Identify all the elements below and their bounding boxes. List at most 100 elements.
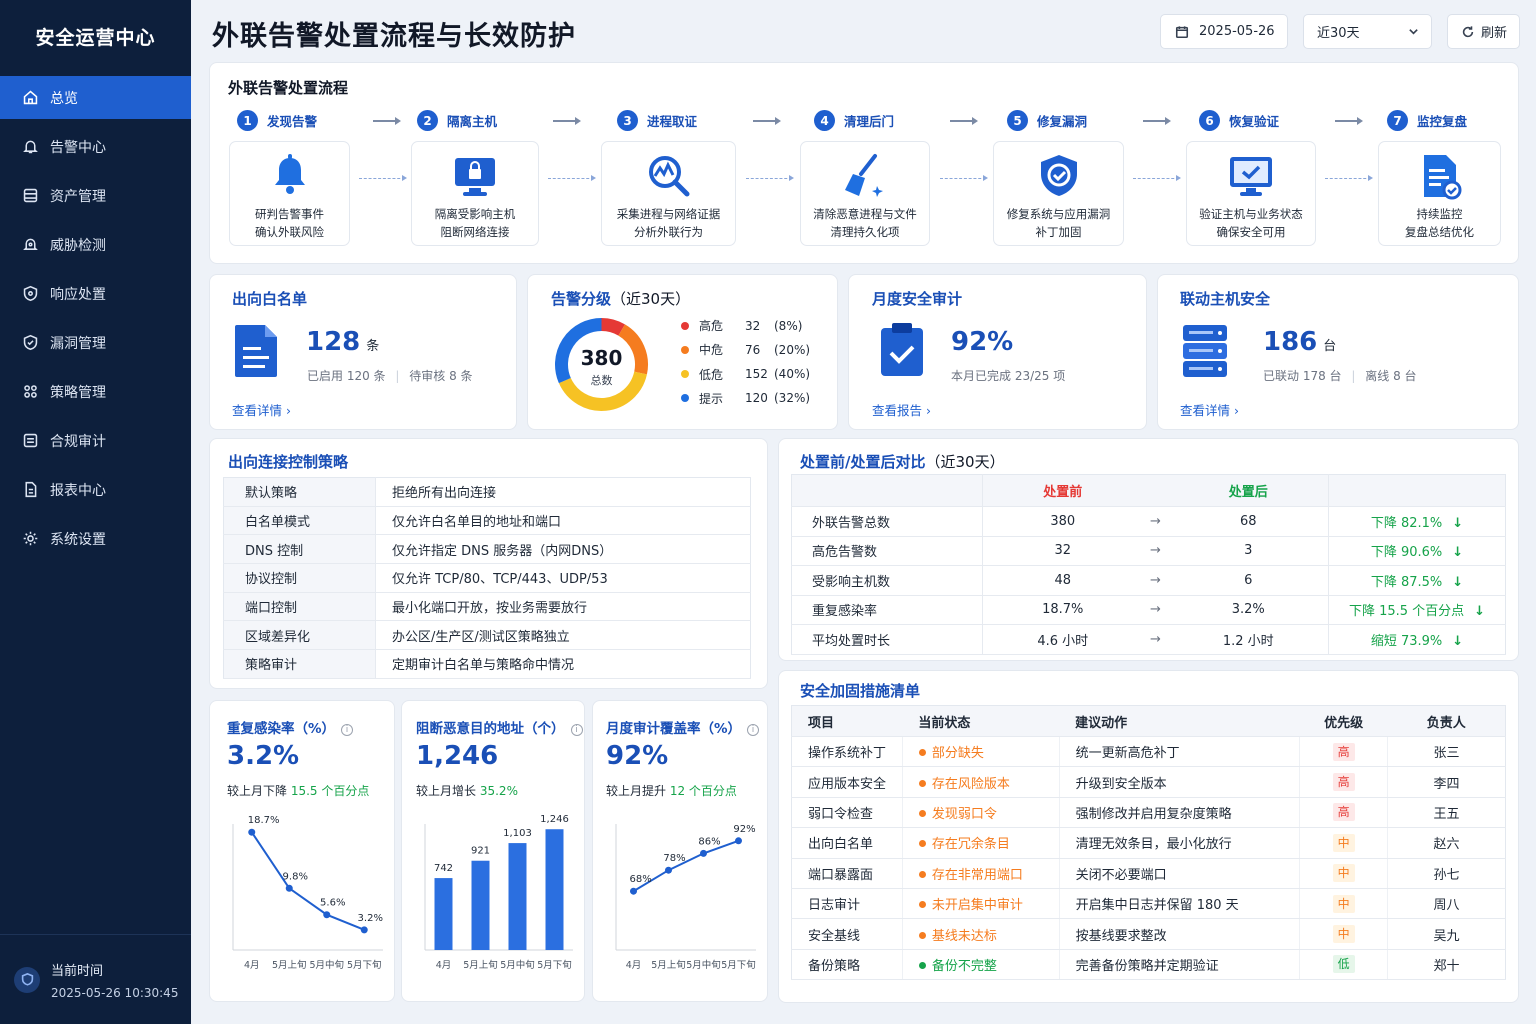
sidebar-item-policy[interactable]: 策略管理: [0, 370, 191, 413]
priority-badge: 高: [1332, 742, 1355, 761]
step-desc-2: 阻断网络连接: [440, 225, 510, 239]
compare-header: 处置前 处置后: [791, 474, 1506, 507]
hosts-sub: 已联动 178 台 | 离线 8 台: [1263, 369, 1417, 383]
arrow-right-icon: →: [1142, 595, 1169, 625]
coverage-chart: 68% 78% 86% 92% 4月 5月上旬 5月中旬 5月下旬: [615, 824, 756, 971]
harden-row: 应用版本安全 存在风险版本 升级到安全版本高李四: [791, 766, 1506, 798]
refresh-button[interactable]: 刷新: [1447, 14, 1520, 49]
tick-label: 4月: [626, 960, 642, 971]
step-name: 修复漏洞: [1037, 114, 1088, 129]
status-dot: [918, 901, 926, 909]
audit-sub: 本月已完成 23/25 项: [951, 369, 1066, 383]
data-point: [700, 849, 707, 857]
sidebar-item-assets[interactable]: 资产管理: [0, 174, 191, 217]
step-1-box[interactable]: 研判告警事件 确认外联风险: [229, 141, 350, 246]
data-label: 1,246: [540, 814, 569, 825]
policy-row: 端口控制 最小化端口开放，按业务需要放行: [223, 592, 751, 622]
home-icon: [23, 90, 38, 105]
connector-arrow: [746, 175, 794, 181]
legend-dot: [681, 394, 689, 403]
status-dot: [918, 870, 926, 878]
arrow-right-icon: [1335, 117, 1363, 125]
data-label: 18.7%: [248, 815, 280, 826]
step-3-box[interactable]: 采集进程与网络证据 分析外联行为: [601, 141, 736, 246]
harden-row: 操作系统补丁 部分缺失 统一更新高危补丁高张三: [791, 736, 1506, 768]
whitelist-value: 128 条: [306, 327, 380, 357]
range-select[interactable]: 近30天: [1303, 14, 1432, 49]
data-label: 1,103: [503, 828, 532, 839]
bar: [545, 829, 564, 950]
data-label: 742: [434, 863, 453, 874]
step-desc-1: 持续监控: [1416, 207, 1463, 221]
refresh-icon: [1462, 25, 1474, 37]
step-5-box[interactable]: 修复系统与应用漏洞 补丁加固: [993, 141, 1124, 246]
server-stack-icon: [1183, 325, 1227, 377]
sidebar-item-settings[interactable]: 系统设置: [0, 517, 191, 560]
audit-report-link[interactable]: 查看报告 ›: [872, 400, 931, 419]
connector-arrow: [358, 175, 407, 181]
status-dot: [918, 779, 926, 787]
arrow-right-icon: →: [1142, 565, 1169, 596]
data-label: 86%: [698, 836, 720, 847]
data-point: [665, 866, 672, 874]
gear-icon: [23, 531, 38, 546]
step-number: 2: [417, 110, 438, 131]
harden-row: 安全基线 基线未达标 按基线要求整改中吴九: [791, 918, 1506, 950]
step-2-box[interactable]: 隔离受影响主机 阻断网络连接: [411, 141, 539, 246]
alert-total-label: 总数: [590, 374, 613, 387]
priority-badge: 中: [1332, 864, 1355, 883]
priority-badge: 中: [1332, 833, 1355, 852]
audit-value: 92%: [951, 327, 1014, 357]
step-7-box[interactable]: 持续监控 复盘总结优化: [1378, 141, 1501, 246]
data-label: 68%: [630, 874, 652, 885]
tick-label: 5月下旬: [537, 959, 572, 971]
sidebar-item-alerts[interactable]: 告警中心: [0, 125, 191, 168]
step-name: 恢复验证: [1229, 114, 1280, 129]
step-desc-2: 确保安全可用: [1216, 225, 1286, 239]
legend-dot: [681, 321, 689, 330]
blocked-sub: 较上月增长 35.2%: [416, 784, 518, 798]
arrow-right-icon: →: [1142, 506, 1169, 537]
step-desc-1: 验证主机与业务状态: [1199, 207, 1303, 221]
harden-header: 项目 当前状态 建议动作 优先级 负责人: [791, 705, 1506, 737]
sidebar-item-reports[interactable]: 报表中心: [0, 468, 191, 511]
arrow-right-icon: →: [1142, 624, 1169, 655]
step-7-header: 7 监控复盘: [1387, 110, 1467, 131]
policy-row: 白名单模式 仅允许白名单目的地址和端口: [223, 506, 751, 536]
arrow-down-icon: ↓: [1452, 633, 1464, 649]
sidebar-item-response[interactable]: 响应处置: [0, 272, 191, 315]
harden-row: 出向白名单 存在冗余条目 清理无效条目，最小化放行中赵六: [791, 827, 1506, 859]
step-desc-1: 修复系统与应用漏洞: [1006, 207, 1111, 221]
status-dot: [918, 931, 926, 939]
sidebar-item-overview[interactable]: 总览: [0, 76, 191, 119]
data-label: 78%: [663, 853, 685, 864]
donut-slice-高危: [601, 318, 625, 336]
step-4-box[interactable]: 清除恶意进程与文件 清理持久化项: [800, 141, 930, 246]
magnifier-chart-icon: [648, 156, 689, 197]
legend-item: 中危 76 (20%): [681, 341, 810, 358]
sidebar-item-threat[interactable]: 威胁检测: [0, 223, 191, 266]
status-dot: [918, 840, 926, 848]
shield-check-icon: [1040, 155, 1077, 196]
hosts-detail-link[interactable]: 查看详情 ›: [1180, 400, 1239, 419]
step-6-box[interactable]: 验证主机与业务状态 确保安全可用: [1186, 141, 1316, 246]
time-label: 当前时间: [51, 963, 104, 979]
date-picker[interactable]: 2025-05-26: [1160, 14, 1288, 49]
reinfection-title: 重复感染率（%） i: [227, 717, 354, 737]
whitelist-detail-link[interactable]: 查看详情 ›: [232, 400, 291, 419]
coverage-value: 92%: [606, 741, 669, 771]
status-dot: [918, 749, 926, 757]
step-number: 6: [1199, 110, 1220, 131]
sidebar-item-vuln[interactable]: 漏洞管理: [0, 321, 191, 364]
series-line: [250, 831, 365, 931]
data-label: 9.8%: [283, 871, 308, 882]
status-dot: [918, 961, 926, 969]
policy-row: DNS 控制 仅允许指定 DNS 服务器（内网DNS）: [223, 534, 751, 565]
step-desc-1: 研判告警事件: [255, 207, 324, 221]
step-desc-2: 清理持久化项: [830, 225, 900, 239]
sidebar-item-compliance[interactable]: 合规审计: [0, 419, 191, 462]
broom-icon: [845, 154, 883, 197]
flow-title: 外联告警处置流程: [228, 79, 349, 97]
connector-arrow: [939, 175, 988, 181]
tick-label: 5月上旬: [651, 959, 686, 971]
